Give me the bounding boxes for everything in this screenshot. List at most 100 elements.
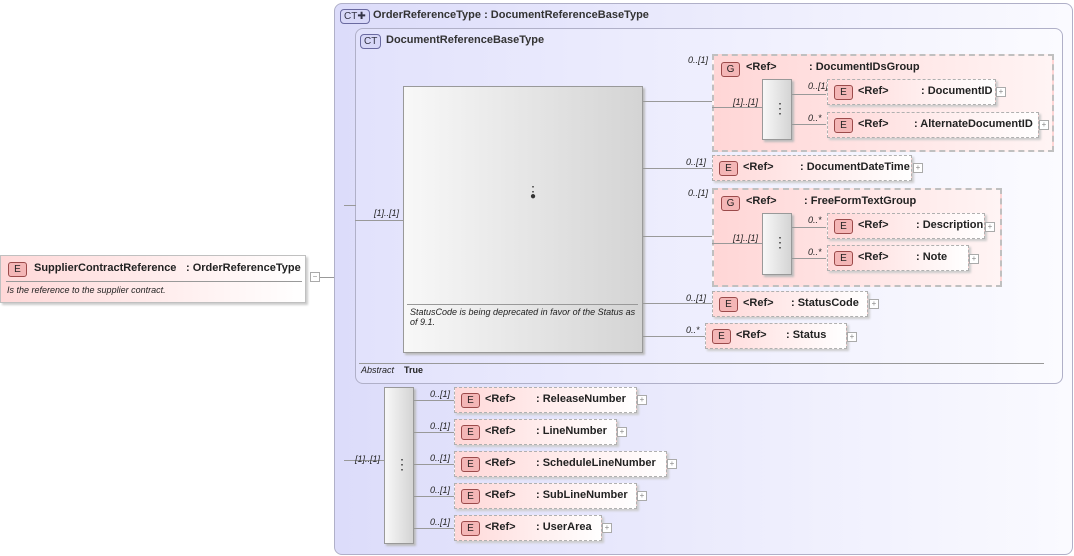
outer-title: OrderReferenceType : DocumentReferenceBa… (373, 9, 649, 21)
element-badge: E (8, 262, 27, 277)
sequence-compositor[interactable]: ⋮ (762, 213, 792, 275)
cardinality: 0..* (808, 113, 822, 123)
root-doc: Is the reference to the supplier contrac… (7, 285, 166, 295)
element-badge: E (461, 457, 480, 472)
connector-line (791, 258, 826, 259)
element-badge: E (834, 85, 853, 100)
ref-label: <Ref> (743, 297, 774, 309)
cardinality: 0..* (808, 247, 822, 257)
expand-button[interactable]: + (869, 299, 879, 309)
ref-label: <Ref> (485, 425, 516, 437)
expand-button[interactable]: + (637, 491, 647, 501)
ref-label: <Ref> (858, 85, 889, 97)
element-badge: E (712, 329, 731, 344)
element-badge: E (834, 219, 853, 234)
abstract-value: True (404, 365, 424, 375)
element-document-id[interactable]: E <Ref>: DocumentID (827, 79, 996, 105)
cardinality: 0..* (808, 215, 822, 225)
cardinality: [1]..[1] (733, 97, 759, 107)
connector-line (413, 496, 454, 497)
element-badge: E (461, 521, 480, 536)
inner-title: DocumentReferenceBaseType (386, 34, 545, 46)
label: : UserArea (536, 521, 592, 533)
element-badge: E (834, 251, 853, 266)
element-release-number[interactable]: E <Ref>: ReleaseNumber (454, 387, 637, 413)
element-note[interactable]: E <Ref>: Note (827, 245, 969, 271)
expand-button[interactable]: + (667, 459, 677, 469)
root-type: : OrderReferenceType (186, 262, 301, 274)
abstract-label: Abstract (361, 365, 395, 375)
sequence-compositor[interactable]: ⋮ ● StatusCode is being deprecated in fa… (403, 86, 643, 353)
sequence-icon: ⋮ (395, 456, 409, 472)
connector-line (791, 227, 826, 228)
sequence-compositor[interactable]: ⋮ (384, 387, 414, 544)
element-description[interactable]: E <Ref>: Description (827, 213, 985, 239)
expand-button[interactable]: + (996, 87, 1006, 97)
element-line-number[interactable]: E <Ref>: LineNumber (454, 419, 617, 445)
label: : FreeFormTextGroup (804, 195, 917, 207)
label: : LineNumber (536, 425, 607, 437)
element-status-code[interactable]: E <Ref>: StatusCode (712, 291, 868, 317)
label: : Status (786, 329, 827, 341)
expand-button[interactable]: + (847, 332, 857, 342)
label: : ScheduleLineNumber (536, 457, 656, 469)
element-schedule-line-number[interactable]: E <Ref> : ScheduleLineNumber (454, 451, 667, 477)
label: : StatusCode (791, 297, 859, 309)
connector-line (642, 168, 712, 169)
connector-line (712, 107, 762, 108)
element-badge: E (461, 489, 480, 504)
collapse-button[interactable]: − (310, 272, 320, 282)
label: : Note (916, 251, 948, 263)
expand-button[interactable]: + (969, 254, 979, 264)
cardinality: 0..[1] (430, 421, 451, 431)
ref-label: <Ref> (485, 457, 516, 469)
connector-line (344, 205, 356, 206)
connector-line (642, 236, 712, 237)
root-name: SupplierContractReference (34, 262, 177, 274)
expand-button[interactable]: + (617, 427, 627, 437)
label: : DocumentIDsGroup (809, 61, 920, 73)
ref-label: <Ref> (736, 329, 767, 341)
ref-label: <Ref> (485, 521, 516, 533)
expand-button[interactable]: + (913, 163, 923, 173)
connector-line (642, 336, 705, 337)
expand-button[interactable]: + (985, 222, 995, 232)
cardinality: 0..[1] (808, 81, 829, 91)
connector-line (355, 220, 403, 221)
cardinality: 0..[1] (688, 55, 709, 65)
group-badge: G (721, 62, 740, 77)
cardinality: 0..* (686, 325, 700, 335)
cardinality: 0..[1] (686, 293, 707, 303)
expand-button[interactable]: + (602, 523, 612, 533)
divider (6, 281, 302, 282)
ref-label: <Ref> (485, 489, 516, 501)
ref-label: <Ref> (743, 161, 774, 173)
cardinality: 0..[1] (430, 453, 451, 463)
element-status[interactable]: E <Ref> : Status (705, 323, 847, 349)
ref-label: <Ref> (746, 61, 777, 73)
sequence-icon: ⋮ (773, 100, 787, 116)
complex-type-extension-icon: CT✚ (340, 9, 370, 24)
sequence-compositor[interactable]: ⋮ (762, 79, 792, 140)
connector-line (642, 101, 712, 102)
connector-line (413, 400, 454, 401)
element-document-date-time[interactable]: E <Ref> : DocumentDateTime (712, 155, 912, 181)
element-alternate-document-id[interactable]: E <Ref>: AlternateDocumentID (827, 112, 1039, 138)
connector-line (413, 464, 454, 465)
connector-line (712, 243, 762, 244)
element-sub-line-number[interactable]: E <Ref>: SubLineNumber (454, 483, 637, 509)
cardinality: 0..[1] (688, 188, 709, 198)
element-user-area[interactable]: E <Ref> : UserArea (454, 515, 602, 541)
expand-button[interactable]: + (1039, 120, 1049, 130)
cardinality: 0..[1] (430, 389, 451, 399)
connector-line (642, 303, 712, 304)
cardinality: [1]..[1] (374, 208, 400, 218)
expand-button[interactable]: + (637, 395, 647, 405)
label: : Description (916, 219, 984, 231)
ref-label: <Ref> (485, 393, 516, 405)
label: : DocumentDateTime (800, 161, 910, 173)
root-element[interactable]: E SupplierContractReference : OrderRefer… (0, 255, 306, 303)
cardinality: [1]..[1] (733, 233, 759, 243)
complex-type-icon: CT (360, 34, 382, 49)
element-badge: E (719, 161, 738, 176)
